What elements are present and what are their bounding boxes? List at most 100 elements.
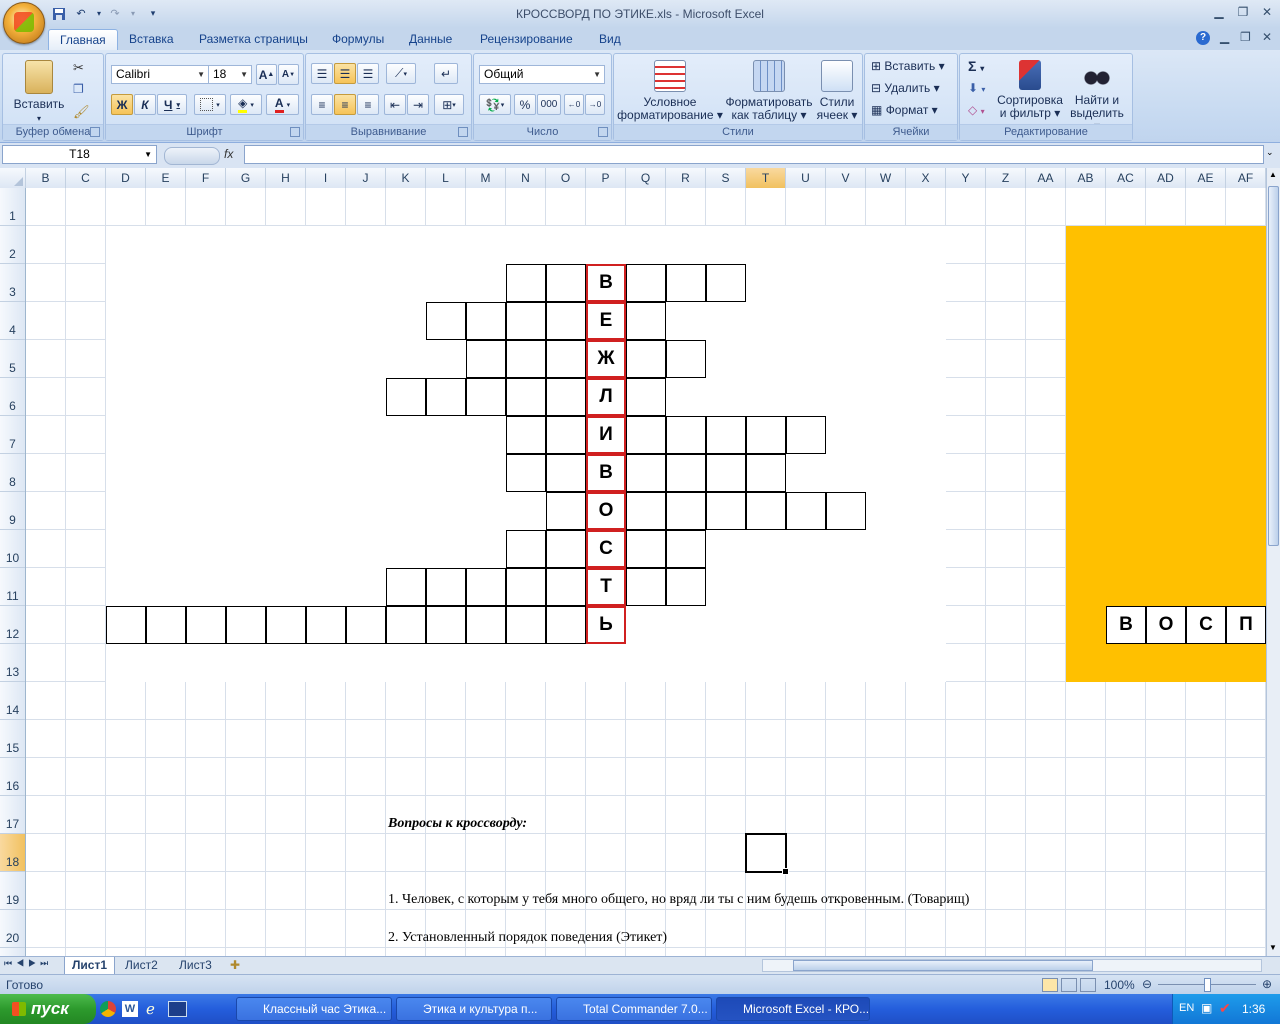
borders-button[interactable]: ▾ <box>194 94 226 115</box>
customize-icon[interactable]: ▾ <box>144 5 162 22</box>
column-header[interactable]: AB <box>1066 168 1106 188</box>
row-header[interactable]: 10 <box>0 530 25 568</box>
number-format-combo[interactable]: Общий ▼ <box>479 65 605 84</box>
row-header[interactable]: 12 <box>0 606 25 644</box>
find-select-button[interactable]: Найти и выделить ▾ <box>1066 60 1128 133</box>
row-header[interactable]: 5 <box>0 340 25 378</box>
insert-cells-button[interactable]: ⊞ Вставить ▾ <box>871 60 945 73</box>
scroll-down-icon[interactable]: ▼ <box>1269 943 1277 952</box>
font-color-button[interactable]: A ▾ <box>266 94 299 115</box>
sheet-tab-3[interactable]: Лист3 <box>172 957 219 974</box>
cell-styles-button[interactable]: Стили ячеек ▾ <box>814 60 860 122</box>
antivirus-icon[interactable]: ✔ <box>1219 1000 1231 1017</box>
sheet-tab-2[interactable]: Лист2 <box>118 957 165 974</box>
column-header[interactable]: D <box>106 168 146 188</box>
column-header[interactable]: T <box>746 168 786 188</box>
row-header[interactable]: 7 <box>0 416 25 454</box>
wrap-text-button[interactable]: ↵ <box>434 63 458 84</box>
tab-view[interactable]: Вид <box>588 29 632 50</box>
task-button[interactable]: Этика и культура п... <box>396 997 552 1021</box>
sheet-tab-1[interactable]: Лист1 <box>64 957 116 975</box>
currency-button[interactable]: 💱 ▾ <box>479 94 511 115</box>
row-header[interactable]: 3 <box>0 264 25 302</box>
clear-icon[interactable]: ◇ ▾ <box>968 104 985 118</box>
column-header[interactable]: Z <box>986 168 1026 188</box>
row-header[interactable]: 20 <box>0 910 25 948</box>
column-header[interactable]: L <box>426 168 466 188</box>
minimize-icon[interactable]: ▁ <box>1208 5 1230 21</box>
redo-icon[interactable]: ↷ <box>106 5 124 22</box>
insert-function-icon[interactable]: fx <box>224 147 233 161</box>
chrome-icon[interactable] <box>100 1001 116 1017</box>
column-header[interactable]: Y <box>946 168 986 188</box>
merge-center-button[interactable]: ⊞ ▾ <box>434 94 464 115</box>
clipboard-launcher-icon[interactable] <box>90 127 100 137</box>
column-header[interactable]: Q <box>626 168 666 188</box>
grow-font-button[interactable]: A ▲ <box>256 64 277 85</box>
insert-sheet-icon[interactable]: ✚ <box>230 958 240 972</box>
row-header[interactable]: 8 <box>0 454 25 492</box>
column-header[interactable]: H <box>266 168 306 188</box>
column-header[interactable]: X <box>906 168 946 188</box>
save-icon[interactable] <box>50 5 68 22</box>
start-button[interactable]: пуск <box>0 994 96 1024</box>
column-header[interactable]: N <box>506 168 546 188</box>
column-header[interactable]: P <box>586 168 626 188</box>
format-cells-button[interactable]: ▦ Формат ▾ <box>871 104 938 117</box>
language-indicator[interactable]: EN <box>1179 1002 1194 1014</box>
vertical-scroll-thumb[interactable] <box>1268 186 1279 546</box>
doc-minimize-icon[interactable]: ▁ <box>1220 30 1229 44</box>
column-header[interactable]: AF <box>1226 168 1266 188</box>
align-top-button[interactable]: ☰ <box>311 63 333 84</box>
column-header[interactable]: I <box>306 168 346 188</box>
vertical-scrollbar[interactable]: ▲ ▼ <box>1266 168 1280 956</box>
bold-button[interactable]: Ж <box>111 94 133 115</box>
format-painter-icon[interactable]: 🖌 <box>73 104 90 120</box>
row-header[interactable]: 19 <box>0 872 25 910</box>
column-header[interactable]: B <box>26 168 66 188</box>
column-header[interactable]: F <box>186 168 226 188</box>
task-button[interactable]: Классный час Этика... <box>236 997 392 1021</box>
sort-filter-button[interactable]: Сортировка и фильтр ▾ <box>996 60 1064 120</box>
alignment-launcher-icon[interactable] <box>458 127 468 137</box>
horizontal-scrollbar[interactable] <box>762 959 1262 972</box>
horizontal-scroll-thumb[interactable] <box>793 960 1093 971</box>
column-header[interactable]: AE <box>1186 168 1226 188</box>
doc-close-icon[interactable]: ✕ <box>1262 30 1272 44</box>
row-header[interactable]: 16 <box>0 758 25 796</box>
conditional-formatting-button[interactable]: Условное форматирование ▾ <box>616 60 724 122</box>
align-left-button[interactable]: ≡ <box>311 94 333 115</box>
row-header[interactable]: 6 <box>0 378 25 416</box>
zoom-out-icon[interactable]: ⊖ <box>1142 977 1152 991</box>
column-header[interactable]: U <box>786 168 826 188</box>
zoom-in-icon[interactable]: ⊕ <box>1262 977 1272 991</box>
paste-button[interactable]: Вставить ▾ <box>9 60 69 125</box>
undo-icon[interactable]: ↶ <box>72 5 90 22</box>
row-header[interactable]: 4 <box>0 302 25 340</box>
row-header[interactable]: 14 <box>0 682 25 720</box>
page-layout-view-icon[interactable] <box>1061 978 1077 992</box>
scroll-up-icon[interactable]: ▲ <box>1269 170 1277 179</box>
cut-icon[interactable]: ✂ <box>73 60 84 76</box>
worksheet-grid[interactable]: ВЕЖЛИВОСТЬ В О С П Вопросы к кроссворду:… <box>26 188 1266 956</box>
underline-button[interactable]: Ч ▾ <box>157 94 187 115</box>
delete-cells-button[interactable]: ⊟ Удалить ▾ <box>871 82 940 95</box>
restore-icon[interactable]: ❐ <box>1232 5 1254 21</box>
word-icon[interactable]: W <box>122 1001 138 1017</box>
row-header[interactable]: 1 <box>0 188 25 226</box>
formula-input[interactable] <box>244 145 1264 164</box>
align-middle-button[interactable]: ☰ <box>334 63 356 84</box>
column-header[interactable]: S <box>706 168 746 188</box>
column-header[interactable]: R <box>666 168 706 188</box>
doc-restore-icon[interactable]: ❐ <box>1240 30 1251 44</box>
column-header[interactable]: E <box>146 168 186 188</box>
column-header[interactable]: M <box>466 168 506 188</box>
decrease-decimal-button[interactable]: →0 <box>585 94 605 115</box>
row-header[interactable]: 11 <box>0 568 25 606</box>
name-box[interactable]: T18 ▼ <box>2 145 157 164</box>
font-size-combo[interactable]: 18 ▼ <box>208 65 252 84</box>
column-header[interactable]: K <box>386 168 426 188</box>
internet-explorer-icon[interactable]: ℯ <box>146 1000 155 1018</box>
redo-dropdown-icon[interactable]: ▾ <box>124 5 142 22</box>
format-as-table-button[interactable]: Форматировать как таблицу ▾ <box>724 60 814 122</box>
